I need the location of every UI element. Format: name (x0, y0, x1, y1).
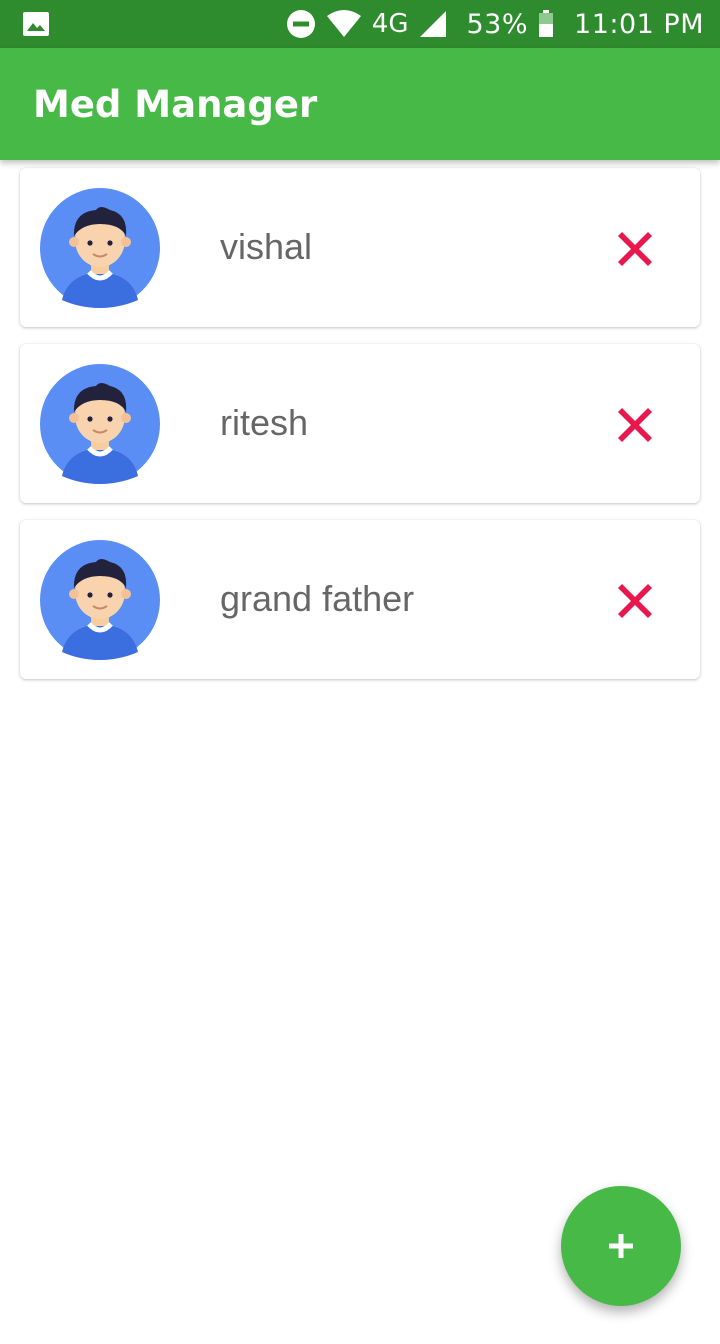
clock: 11:01 PM (574, 8, 704, 40)
plus-icon (609, 1234, 633, 1258)
network-type: 4G (371, 9, 409, 39)
battery-icon (539, 10, 554, 37)
member-name: ritesh (220, 402, 309, 443)
member-card[interactable]: ritesh (20, 344, 700, 503)
status-bar: 4G 53% 11:01 PM (0, 0, 720, 48)
member-card[interactable]: grand father (20, 520, 700, 679)
member-name: grand father (220, 578, 415, 619)
battery-percent: 53% (466, 8, 529, 40)
member-name: vishal (220, 226, 313, 267)
wifi-icon (326, 10, 361, 37)
avatar-icon (40, 540, 160, 660)
member-card[interactable]: vishal (20, 168, 700, 327)
signal-icon (419, 11, 446, 37)
delete-member-button[interactable] (612, 226, 658, 272)
dnd-icon (286, 10, 315, 38)
delete-member-button[interactable] (612, 578, 658, 624)
app-title: Med Manager (33, 82, 318, 126)
avatar-icon (40, 364, 160, 484)
member-list: vishal ritesh grand father (20, 168, 700, 696)
image-icon (23, 12, 49, 36)
app-bar: Med Manager (0, 48, 720, 160)
delete-member-button[interactable] (612, 402, 658, 448)
add-member-button[interactable] (561, 1186, 681, 1306)
avatar-icon (40, 188, 160, 308)
